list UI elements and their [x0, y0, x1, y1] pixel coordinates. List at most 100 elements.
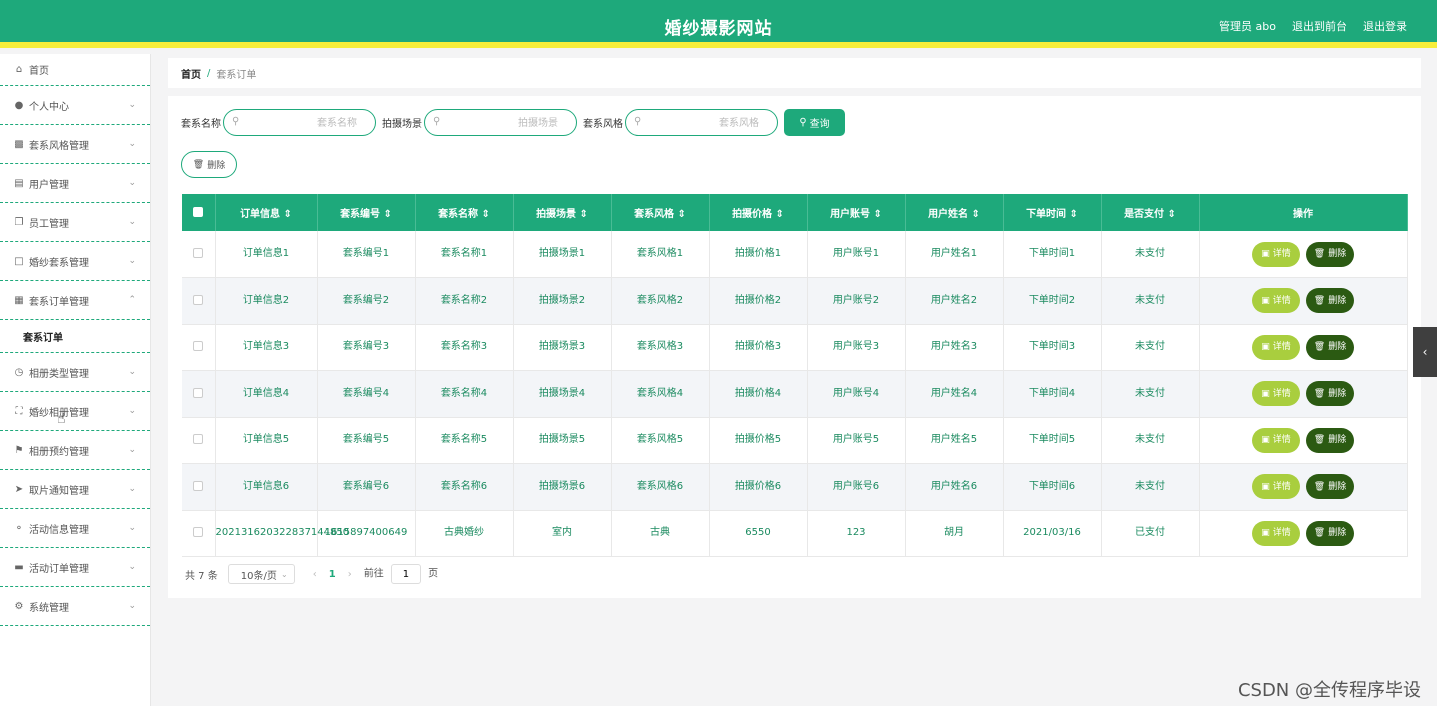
sidebar-item-label: 活动订单管理	[29, 563, 89, 575]
detail-button[interactable]: ▣ 详情	[1252, 334, 1300, 360]
column-header[interactable]: 拍摄价格 ⇕	[709, 194, 808, 231]
detail-icon: ▣	[1261, 481, 1270, 492]
table-cell: 6550	[709, 510, 808, 557]
table-cell: 套系名称2	[415, 277, 514, 325]
sidebar-item-orders[interactable]: ▦ 套系订单管理 ⌃	[0, 281, 150, 320]
delete-button[interactable]: 🗑 删除	[1306, 241, 1354, 267]
logout-link[interactable]: 退出登录	[1363, 18, 1407, 34]
table-cell: 室内	[513, 510, 612, 557]
sidebar-item-style[interactable]: ▩ 套系风格管理 ⌄	[0, 125, 150, 164]
table-cell: 用户姓名2	[905, 277, 1004, 325]
chevron-down-icon: ⌄	[128, 445, 136, 455]
style-search-input[interactable]	[648, 116, 759, 130]
column-header[interactable]: 用户账号 ⇕	[807, 194, 906, 231]
table-cell: 古典	[611, 510, 710, 557]
table-cell: 套系编号2	[317, 277, 416, 325]
delete-button[interactable]: 🗑 删除	[1306, 381, 1354, 407]
table-cell: 套系编号3	[317, 324, 416, 371]
table-cell: 未支付	[1101, 231, 1200, 278]
batch-delete-button[interactable]: 🗑 删除	[181, 151, 237, 178]
column-header[interactable]: 套系风格 ⇕	[611, 194, 710, 231]
admin-label: 管理员 abo	[1219, 20, 1276, 33]
row-checkbox[interactable]	[182, 370, 216, 418]
row-checkbox[interactable]	[182, 231, 216, 278]
sidebar-item-activity[interactable]: ⚬ 活动信息管理 ⌄	[0, 509, 150, 548]
row-checkbox[interactable]	[182, 463, 216, 511]
sidebar-item-album[interactable]: ⛶ 婚纱相册管理 ⌄	[0, 392, 150, 431]
table-cell: 拍摄场景2	[513, 277, 612, 325]
query-button[interactable]: ⚲ 查询	[784, 109, 845, 136]
table-cell: 用户姓名3	[905, 324, 1004, 371]
sidebar-item-pickup[interactable]: ➤ 取片通知管理 ⌄	[0, 470, 150, 509]
column-header[interactable]: 订单信息 ⇕	[215, 194, 318, 231]
page-size-select[interactable]: 10条/页 ⌄	[227, 564, 295, 584]
breadcrumb: 首页 / 套系订单	[168, 58, 1421, 88]
sidebar-item-personal[interactable]: ● 个人中心 ⌄	[0, 86, 150, 125]
column-header[interactable]: 是否支付 ⇕	[1101, 194, 1200, 231]
sidebar-item-activity-orders[interactable]: ▬ 活动订单管理 ⌄	[0, 548, 150, 587]
table-cell: 胡月	[905, 510, 1004, 557]
collapse-panel-button[interactable]: ‹	[1413, 327, 1437, 377]
chevron-down-icon: ⌄	[128, 100, 136, 110]
to-front-link[interactable]: 退出到前台	[1292, 18, 1347, 34]
delete-button[interactable]: 🗑 删除	[1306, 334, 1354, 360]
row-checkbox[interactable]	[182, 324, 216, 371]
detail-button[interactable]: ▣ 详情	[1252, 241, 1300, 267]
table-cell: 已支付	[1101, 510, 1200, 557]
sidebar-subitem-orders[interactable]: 套系订单	[0, 320, 150, 353]
name-search-input[interactable]	[246, 116, 357, 130]
column-header[interactable]: 套系名称 ⇕	[415, 194, 514, 231]
column-header[interactable]: 拍摄场景 ⇕	[513, 194, 612, 231]
sidebar-item-album-type[interactable]: ◷ 相册类型管理 ⌄	[0, 353, 150, 392]
table-cell: 拍摄价格6	[709, 463, 808, 511]
row-checkbox[interactable]	[182, 277, 216, 325]
row-actions: ▣ 详情 🗑 删除	[1199, 463, 1408, 511]
flag-icon: ⚑	[14, 444, 24, 456]
chevron-down-icon: ⌄	[128, 178, 136, 188]
table-cell: 订单信息4	[215, 370, 318, 418]
sidebar-item-booking[interactable]: ⚑ 相册预约管理 ⌄	[0, 431, 150, 470]
page-number[interactable]: 1	[329, 569, 336, 580]
table-cell: 用户姓名6	[905, 463, 1004, 511]
select-all-checkbox[interactable]	[182, 194, 216, 231]
table-cell: 套系风格4	[611, 370, 710, 418]
delete-button[interactable]: 🗑 删除	[1306, 427, 1354, 453]
detail-icon: ▣	[1261, 435, 1270, 446]
sidebar-item-staff[interactable]: ❐ 员工管理 ⌄	[0, 203, 150, 242]
delete-button[interactable]: 🗑 删除	[1306, 474, 1354, 500]
detail-button[interactable]: ▣ 详情	[1252, 474, 1300, 500]
column-header[interactable]: 下单时间 ⇕	[1003, 194, 1102, 231]
sidebar-item-label: 相册类型管理	[29, 368, 89, 380]
row-checkbox[interactable]	[182, 510, 216, 557]
delete-button[interactable]: 🗑 删除	[1306, 288, 1354, 314]
ticket-icon: ▬	[14, 561, 24, 573]
breadcrumb-home[interactable]: 首页	[181, 66, 201, 81]
chevron-down-icon: ⌄	[128, 406, 136, 416]
sidebar-item-package[interactable]: □ 婚纱套系管理 ⌄	[0, 242, 150, 281]
detail-button[interactable]: ▣ 详情	[1252, 381, 1300, 407]
prev-page-icon[interactable]: ‹	[313, 569, 317, 580]
table-cell: 套系风格3	[611, 324, 710, 371]
next-page-icon[interactable]: ›	[348, 569, 352, 580]
table-cell: 订单信息3	[215, 324, 318, 371]
table-cell: 套系编号4	[317, 370, 416, 418]
row-actions: ▣ 详情 🗑 删除	[1199, 370, 1408, 418]
detail-button[interactable]: ▣ 详情	[1252, 520, 1300, 546]
detail-button[interactable]: ▣ 详情	[1252, 427, 1300, 453]
column-header[interactable]: 套系编号 ⇕	[317, 194, 416, 231]
detail-button[interactable]: ▣ 详情	[1252, 288, 1300, 314]
row-checkbox[interactable]	[182, 417, 216, 464]
sidebar-item-home[interactable]: ⌂ 首页	[0, 54, 150, 86]
sidebar-item-users[interactable]: ▤ 用户管理 ⌄	[0, 164, 150, 203]
sidebar-item-label: 首页	[29, 66, 49, 77]
goto-page-input[interactable]	[390, 564, 421, 584]
sidebar-item-system[interactable]: ⚙ 系统管理 ⌄	[0, 587, 150, 626]
delete-button[interactable]: 🗑 删除	[1306, 520, 1354, 546]
table-cell: 用户账号2	[807, 277, 906, 325]
table-cell: 1615897400649	[317, 510, 416, 557]
scene-search-input[interactable]	[447, 116, 558, 130]
table-cell: 未支付	[1101, 463, 1200, 511]
table-row: 订单信息2 套系编号2 套系名称2 拍摄场景2 套系风格2 拍摄价格2 用户账号2 用户姓名2…	[182, 277, 1408, 325]
query-label: 查询	[809, 119, 830, 130]
column-header[interactable]: 用户姓名 ⇕	[905, 194, 1004, 231]
